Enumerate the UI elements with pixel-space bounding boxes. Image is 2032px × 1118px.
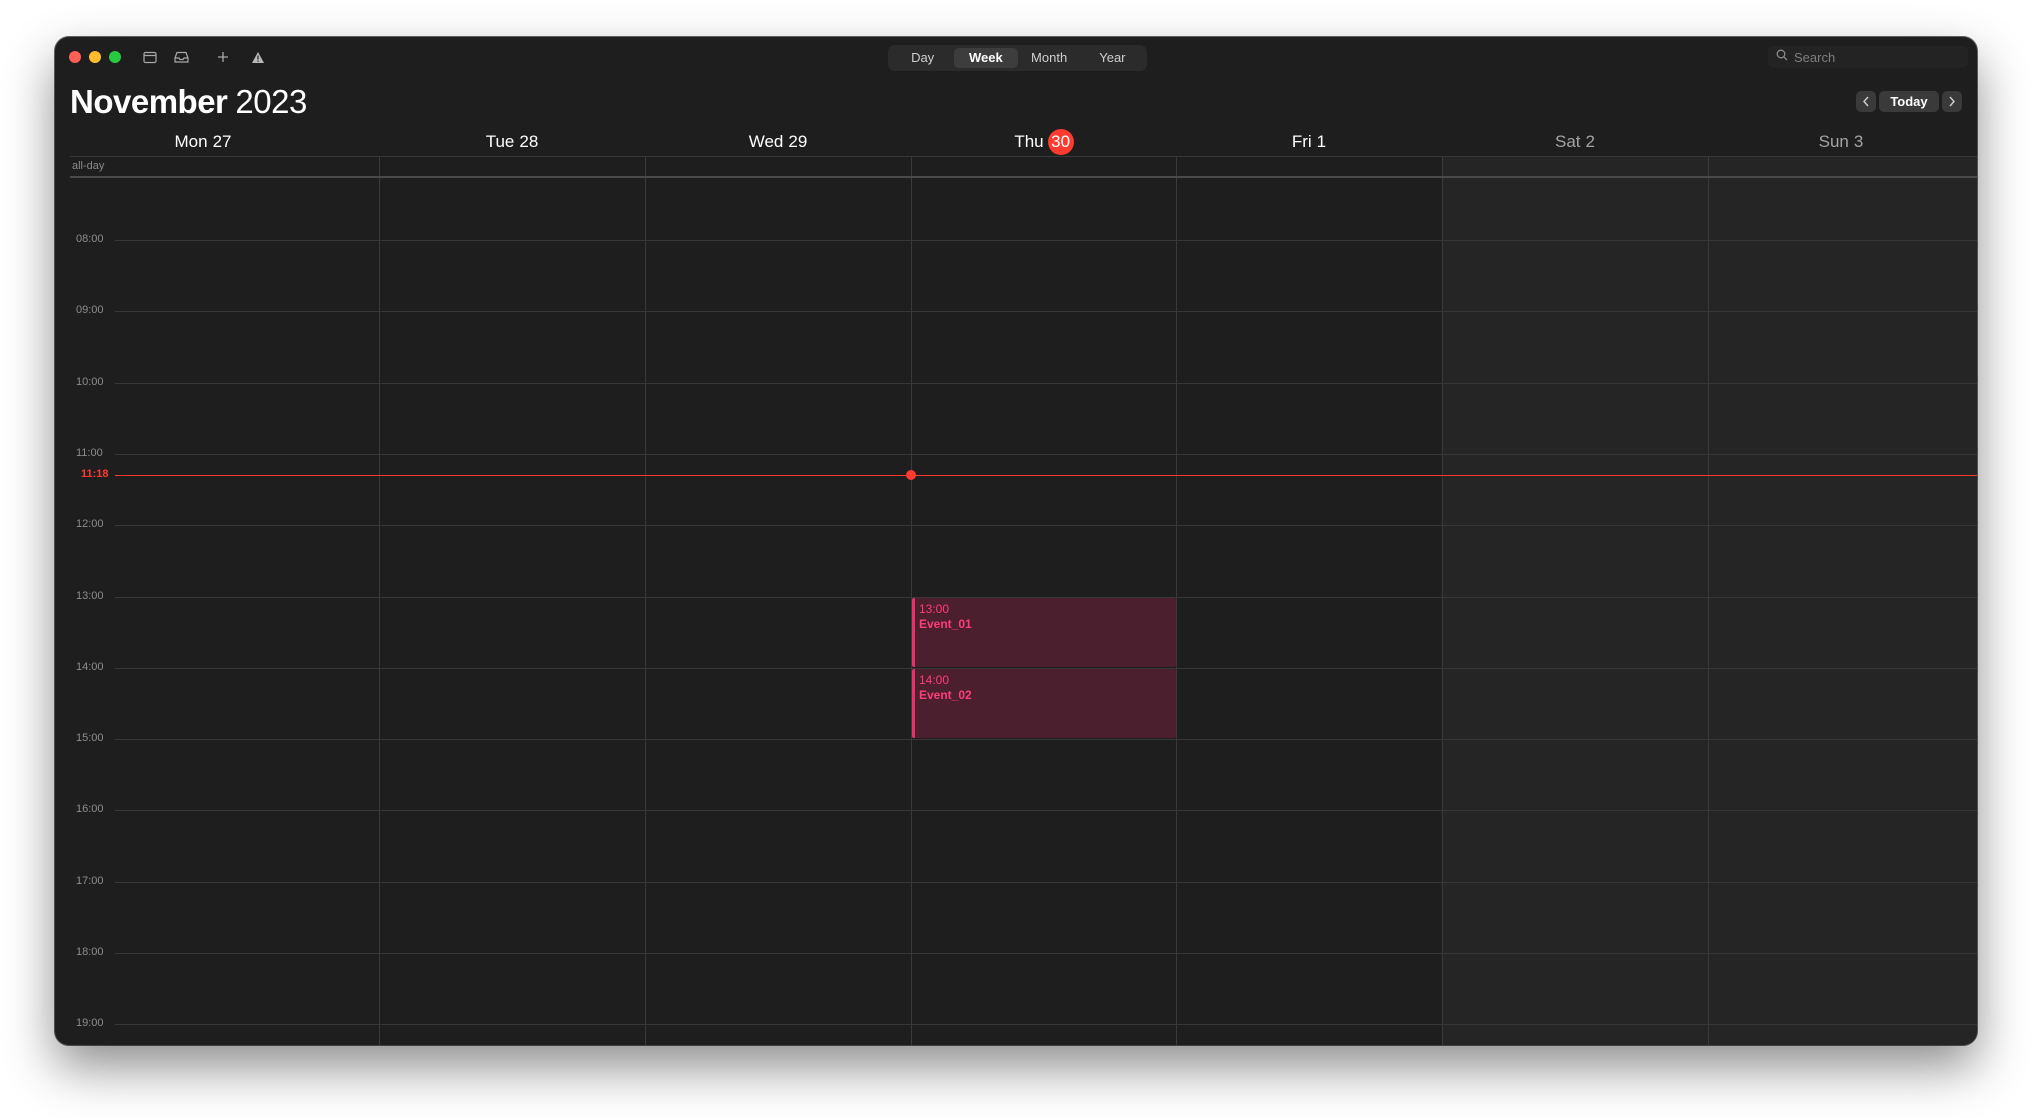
event-title: Event_01 — [919, 616, 972, 631]
today-button[interactable]: Today — [1879, 91, 1939, 112]
day-number: 3 — [1853, 132, 1864, 151]
day-column-divider — [1176, 157, 1177, 1045]
day-number: 27 — [212, 132, 232, 151]
day-column-divider — [1708, 157, 1709, 1045]
day-header-wed[interactable]: Wed 29 — [645, 129, 911, 155]
title-bar: Day Week Month Year Search — [55, 37, 1977, 77]
event-time: 13:00 — [919, 601, 950, 616]
close-window-button[interactable] — [69, 51, 81, 63]
zoom-window-button[interactable] — [109, 51, 121, 63]
hour-label: 12:00 — [76, 518, 104, 531]
calendar-event[interactable]: 13:00 Event_01 — [912, 597, 1176, 667]
day-header-mon[interactable]: Mon 27 — [70, 129, 336, 155]
hour-label: 19:00 — [76, 1017, 104, 1030]
alert-icon[interactable] — [247, 47, 269, 67]
search-field[interactable]: Search — [1768, 46, 1968, 68]
event-time: 14:00 — [919, 672, 950, 687]
calendar-window: Day Week Month Year Search November 2023 … — [55, 37, 1977, 1045]
chevron-left-icon — [1863, 96, 1869, 107]
year-label: 2023 — [235, 83, 307, 120]
current-time-line — [115, 475, 1977, 477]
event-title: Event_02 — [919, 687, 972, 702]
hour-line — [115, 453, 1977, 455]
hour-line — [115, 311, 1977, 313]
search-icon — [1776, 48, 1788, 66]
day-number: 2 — [1585, 132, 1595, 151]
tab-week[interactable]: Week — [954, 48, 1018, 68]
tab-day[interactable]: Day — [891, 48, 954, 68]
hour-label: 18:00 — [76, 946, 104, 958]
weekend-column[interactable] — [1708, 157, 1977, 1045]
add-icon[interactable] — [212, 47, 234, 67]
hour-line — [115, 810, 1977, 812]
inbox-icon[interactable] — [170, 47, 192, 67]
day-name: Fri — [1291, 132, 1312, 151]
today-date-badge: 30 — [1047, 129, 1074, 155]
day-name: Tue — [485, 132, 515, 151]
hour-label: 09:00 — [76, 304, 104, 317]
hour-label: 16:00 — [76, 803, 104, 816]
day-name: Wed — [748, 132, 784, 151]
view-switcher: Day Week Month Year — [888, 45, 1147, 71]
chevron-right-icon — [1949, 96, 1955, 107]
hour-line — [115, 240, 1977, 241]
all-day-divider — [70, 176, 1977, 178]
page-title: November 2023 — [70, 83, 307, 121]
day-header-tue[interactable]: Tue 28 — [379, 129, 645, 155]
hour-label: 13:00 — [76, 589, 104, 602]
hour-line — [115, 1024, 1977, 1026]
calendar-list-icon[interactable] — [139, 47, 161, 67]
minimize-window-button[interactable] — [89, 51, 101, 63]
day-name: Thu — [1014, 132, 1044, 151]
search-placeholder: Search — [1794, 49, 1836, 65]
next-week-button[interactable] — [1942, 91, 1962, 112]
tab-year[interactable]: Year — [1081, 48, 1144, 68]
day-number: 1 — [1316, 132, 1327, 151]
hour-line — [115, 953, 1977, 954]
hour-label: 17:00 — [76, 874, 104, 887]
day-column-divider — [1442, 157, 1443, 1045]
hour-label: 14:00 — [76, 660, 104, 673]
day-name: Mon — [174, 132, 208, 151]
day-column-divider — [379, 157, 380, 1045]
hour-label: 11:00 — [76, 446, 103, 459]
day-header-thu[interactable]: Thu 30 — [911, 129, 1177, 155]
tab-month[interactable]: Month — [1018, 48, 1081, 68]
hour-line — [115, 739, 1977, 741]
current-time-label: 11:18 — [81, 468, 109, 481]
day-header-sat[interactable]: Sat 2 — [1442, 129, 1708, 155]
day-number: 28 — [519, 132, 539, 151]
weekend-column[interactable] — [1442, 157, 1708, 1045]
hour-label: 08:00 — [76, 233, 104, 245]
week-grid: 08:00 09:00 10:00 11:00 12:00 13:00 14:00 15:00… — [55, 157, 1977, 1045]
hour-line — [115, 382, 1977, 384]
day-column-divider — [645, 157, 646, 1045]
current-time-dot — [906, 470, 916, 481]
day-name: Sun — [1818, 132, 1849, 151]
date-navigation: Today — [1856, 91, 1962, 113]
hour-label: 15:00 — [76, 732, 104, 745]
hour-label: 10:00 — [76, 375, 104, 388]
day-header-sun[interactable]: Sun 3 — [1708, 129, 1974, 155]
hour-line — [115, 525, 1977, 527]
day-number: 29 — [788, 132, 808, 151]
previous-week-button[interactable] — [1856, 91, 1876, 112]
hour-line — [115, 881, 1977, 883]
month-label: November — [70, 83, 228, 120]
calendar-event[interactable]: 14:00 Event_02 — [912, 668, 1176, 739]
day-header-fri[interactable]: Fri 1 — [1176, 129, 1442, 155]
day-name: Sat — [1555, 132, 1581, 151]
